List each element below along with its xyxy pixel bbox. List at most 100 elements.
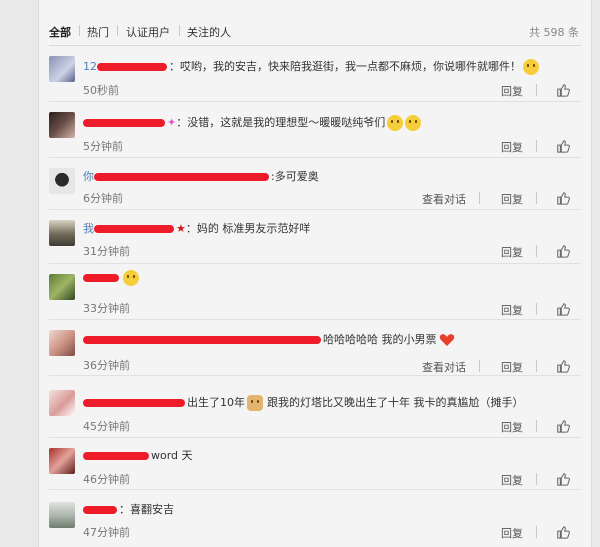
redacted-username	[83, 336, 321, 344]
tab-hot[interactable]: 热门	[87, 24, 109, 40]
action-separator	[536, 192, 537, 204]
thumbs-up-icon[interactable]	[556, 359, 570, 373]
tab-separator	[179, 25, 180, 36]
thumbs-up-icon[interactable]	[556, 302, 570, 316]
emoji-face-icon	[123, 270, 139, 286]
comment-body: ：没错，这就是我的理想型～暖暖哒纯爷们	[176, 116, 386, 129]
action-separator	[536, 140, 537, 152]
emoji-smile-icon	[387, 115, 404, 131]
tab-separator	[117, 25, 118, 36]
comment-time: 47分钟前	[83, 526, 130, 539]
comment-count: 共 598 条	[529, 26, 579, 39]
avatar[interactable]	[49, 168, 75, 194]
tab-all[interactable]: 全部	[49, 24, 71, 40]
comment-time: 50秒前	[83, 84, 119, 97]
comment-item: 我 ★：妈的 标准男友示范好咩 31分钟前 回复	[39, 210, 591, 264]
action-separator	[536, 473, 537, 485]
thumbs-up-icon[interactable]	[556, 525, 570, 539]
view-conversation-link[interactable]: 查看对话	[422, 191, 466, 207]
reply-button[interactable]: 回复	[501, 525, 523, 541]
action-separator	[536, 303, 537, 315]
doge-icon	[247, 395, 263, 411]
comment-item: 33分钟前 回复	[39, 264, 591, 320]
comment-time: 31分钟前	[83, 245, 130, 258]
comment-body: ：哎哟，我的安吉，快来陪我逛街，我一点都不麻烦，你说哪件就哪件！	[169, 60, 521, 73]
thumbs-up-icon[interactable]	[556, 472, 570, 486]
action-separator	[536, 526, 537, 538]
avatar[interactable]	[49, 502, 75, 528]
avatar[interactable]	[49, 220, 75, 246]
emoji-face-icon	[523, 59, 539, 75]
comment-item: 12 ：哎哟，我的安吉，快来陪我逛街，我一点都不麻烦，你说哪件就哪件！ 50秒前 …	[39, 46, 591, 102]
comment-time: 36分钟前	[83, 359, 130, 372]
comment-text: 我 ★：妈的 标准男友示范好咩	[83, 220, 310, 236]
redacted-username	[83, 452, 149, 460]
action-separator	[536, 245, 537, 257]
comment-text: ：喜翻安吉	[83, 501, 174, 517]
tab-verified-users[interactable]: 认证用户	[126, 24, 170, 40]
username[interactable]: 我	[83, 222, 94, 235]
reply-button[interactable]: 回复	[501, 139, 523, 155]
comment-text: 12 ：哎哟，我的安吉，快来陪我逛街，我一点都不麻烦，你说哪件就哪件！	[83, 58, 539, 75]
reply-button[interactable]: 回复	[501, 419, 523, 435]
star-icon: ★	[176, 222, 186, 235]
action-separator	[479, 360, 480, 372]
reply-button[interactable]: 回复	[501, 359, 523, 375]
avatar[interactable]	[49, 56, 75, 82]
tab-separator	[79, 25, 80, 36]
comment-item: word 天 46分钟前 回复	[39, 438, 591, 490]
thumbs-up-icon[interactable]	[556, 419, 570, 433]
username[interactable]: 你	[83, 170, 94, 183]
comment-tabs: 全部 热门 认证用户 关注的人 共 598 条	[49, 24, 581, 44]
comment-body: 出生了10年	[187, 396, 245, 409]
redacted-username	[83, 399, 185, 407]
redacted-username	[83, 119, 165, 127]
thumbs-up-icon[interactable]	[556, 244, 570, 258]
avatar[interactable]	[49, 274, 75, 300]
thumbs-up-icon[interactable]	[556, 139, 570, 153]
comment-text: 出生了10年 跟我的灯塔比又晚出生了十年 我卡的真尴尬（摊手）	[83, 394, 524, 411]
action-separator	[479, 192, 480, 204]
comment-item: 你 :多可爱奥 6分钟前 查看对话 回复	[39, 158, 591, 210]
comment-body: 哈哈哈哈哈 我的小男票	[323, 333, 437, 346]
redacted-username	[83, 506, 117, 514]
comment-body: :多可爱奥	[271, 170, 319, 183]
comment-time: 46分钟前	[83, 473, 130, 486]
reply-button[interactable]: 回复	[501, 191, 523, 207]
comment-body: ：喜翻安吉	[119, 503, 174, 516]
comment-time: 45分钟前	[83, 420, 130, 433]
comment-time: 33分钟前	[83, 302, 130, 315]
redacted-username	[97, 63, 167, 71]
thumbs-up-icon[interactable]	[556, 83, 570, 97]
reply-button[interactable]: 回复	[501, 83, 523, 99]
comment-text: 哈哈哈哈哈 我的小男票	[83, 331, 455, 347]
avatar[interactable]	[49, 330, 75, 356]
comment-text: word 天	[83, 447, 193, 463]
emoji-smile-icon	[405, 115, 422, 131]
view-conversation-link[interactable]: 查看对话	[422, 359, 466, 375]
comment-item: 哈哈哈哈哈 我的小男票 36分钟前 查看对话 回复	[39, 320, 591, 376]
thumbs-up-icon[interactable]	[556, 191, 570, 205]
comment-text	[83, 270, 139, 286]
avatar[interactable]	[49, 448, 75, 474]
comment-item: ✦：没错，这就是我的理想型～暖暖哒纯爷们 5分钟前 回复	[39, 102, 591, 158]
comment-time: 6分钟前	[83, 192, 123, 205]
butterfly-icon: ✦	[167, 116, 177, 129]
reply-button[interactable]: 回复	[501, 472, 523, 488]
heart-icon	[439, 334, 454, 346]
reply-button[interactable]: 回复	[501, 244, 523, 260]
avatar[interactable]	[49, 112, 75, 138]
username[interactable]: 12	[83, 60, 97, 73]
comment-panel: 全部 热门 认证用户 关注的人 共 598 条 12 ：哎哟，我的安吉，快来陪我逛…	[38, 0, 592, 547]
comment-item: ：喜翻安吉 47分钟前 回复	[39, 490, 591, 547]
redacted-username	[83, 274, 119, 282]
redacted-username	[94, 173, 269, 181]
comment-time: 5分钟前	[83, 140, 123, 153]
reply-button[interactable]: 回复	[501, 302, 523, 318]
avatar[interactable]	[49, 390, 75, 416]
action-separator	[536, 360, 537, 372]
action-separator	[536, 84, 537, 96]
comment-text: 你 :多可爱奥	[83, 168, 319, 184]
redacted-username	[94, 225, 174, 233]
tab-following[interactable]: 关注的人	[187, 24, 231, 40]
